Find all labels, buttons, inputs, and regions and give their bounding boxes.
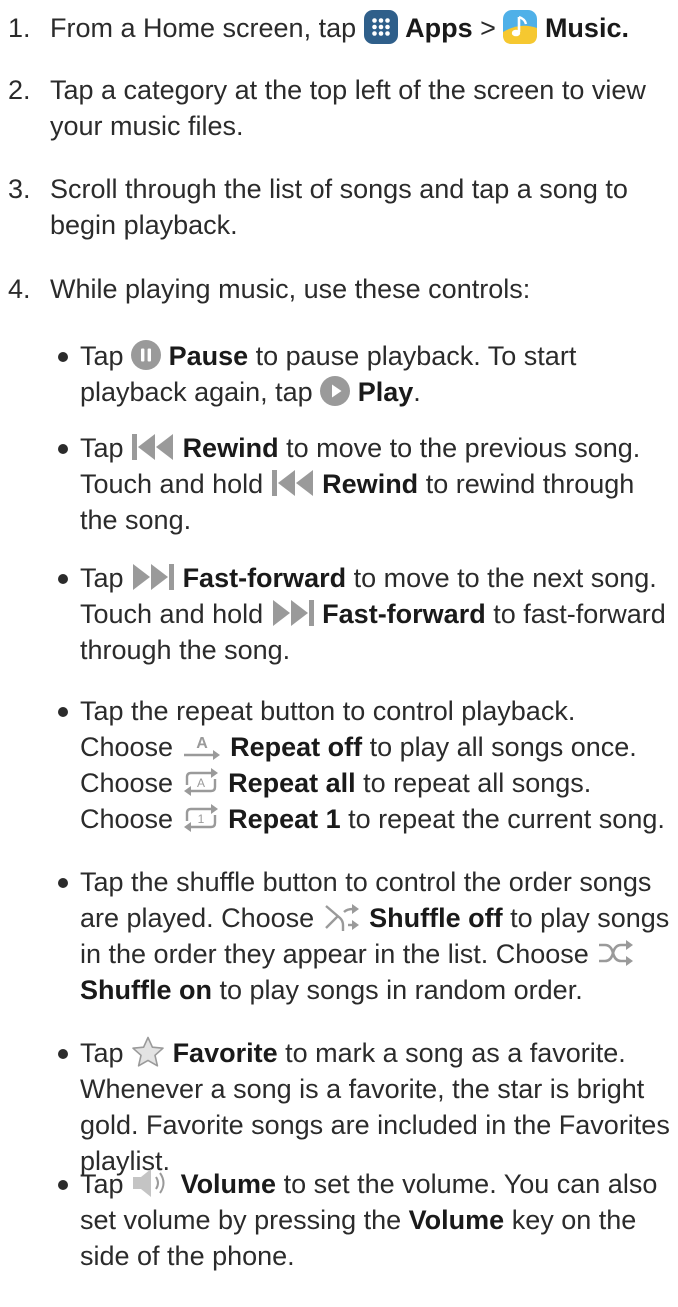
shuffle-on-label: Shuffle on: [80, 975, 212, 1005]
fast-forward-label: Fast-forward: [322, 599, 486, 629]
rewind-icon: [271, 468, 315, 498]
bullet-text: Tap Favorite to mark a song as a favorit…: [80, 1035, 675, 1179]
volume-key-label: Volume: [408, 1205, 505, 1235]
step-number: 3.: [8, 174, 31, 204]
music-label: Music.: [544, 13, 629, 43]
rewind-label: Rewind: [322, 469, 419, 499]
step-text: While playing music, use these controls:: [50, 274, 531, 304]
rewind-icon: [131, 432, 175, 462]
step-number: 4.: [8, 274, 31, 304]
bullet-dot: [58, 444, 68, 454]
volume-icon: [131, 1168, 173, 1198]
fast-forward-icon: [131, 562, 175, 592]
repeat-one-label: Repeat 1: [228, 804, 341, 834]
play-icon: [320, 375, 351, 406]
bullet-text: Tap Fast-forward to move to the next son…: [80, 562, 666, 665]
pause-label: Pause: [168, 341, 249, 371]
bullet-text: Tap the repeat button to control playbac…: [80, 696, 665, 834]
bullet-text: Tap Pause to pause playback. To start pl…: [80, 339, 577, 407]
bullet-dot: [58, 574, 68, 584]
bullet-dot: [58, 1049, 68, 1059]
apps-grid-icon: [363, 9, 398, 44]
svg-text:A: A: [196, 735, 208, 752]
bullet-text: Tap the shuffle button to control the or…: [80, 867, 670, 1005]
repeat-one-icon: 1: [181, 803, 221, 833]
bullet-text: Tap Rewind to move to the previous song.…: [80, 432, 641, 535]
bullet-text: Tap Volume to set the volume. You can al…: [80, 1168, 658, 1271]
music-note-icon: [503, 9, 538, 44]
step-number: 2.: [8, 75, 31, 105]
shuffle-off-icon: [322, 902, 362, 932]
favorite-label: Favorite: [172, 1038, 278, 1068]
step-text: Tap a category at the top left of the sc…: [50, 75, 646, 141]
rewind-label: Rewind: [182, 433, 279, 463]
step-number: 1.: [8, 13, 31, 43]
bullet-dot: [58, 352, 68, 362]
repeat-off-label: Repeat off: [230, 732, 363, 762]
apps-label: Apps: [405, 13, 473, 43]
bullet-dot: [58, 707, 68, 717]
volume-label: Volume: [180, 1169, 277, 1199]
repeat-all-label: Repeat all: [228, 768, 356, 798]
repeat-all-icon: A: [181, 767, 221, 797]
shuffle-on-icon: [596, 938, 636, 968]
play-label: Play: [357, 377, 414, 407]
svg-text:1: 1: [197, 812, 204, 826]
bullet-dot: [58, 878, 68, 888]
bullet-dot: [58, 1180, 68, 1190]
pause-icon: [131, 339, 162, 370]
svg-text:A: A: [197, 776, 205, 790]
fast-forward-label: Fast-forward: [182, 563, 347, 593]
fast-forward-icon: [271, 598, 315, 628]
shuffle-off-label: Shuffle off: [369, 903, 503, 933]
star-icon: [131, 1036, 165, 1068]
repeat-off-icon: A: [181, 731, 223, 761]
step-text: Scroll through the list of songs and tap…: [50, 174, 628, 240]
step-text: From a Home screen, tap Apps > Music.: [50, 9, 670, 47]
